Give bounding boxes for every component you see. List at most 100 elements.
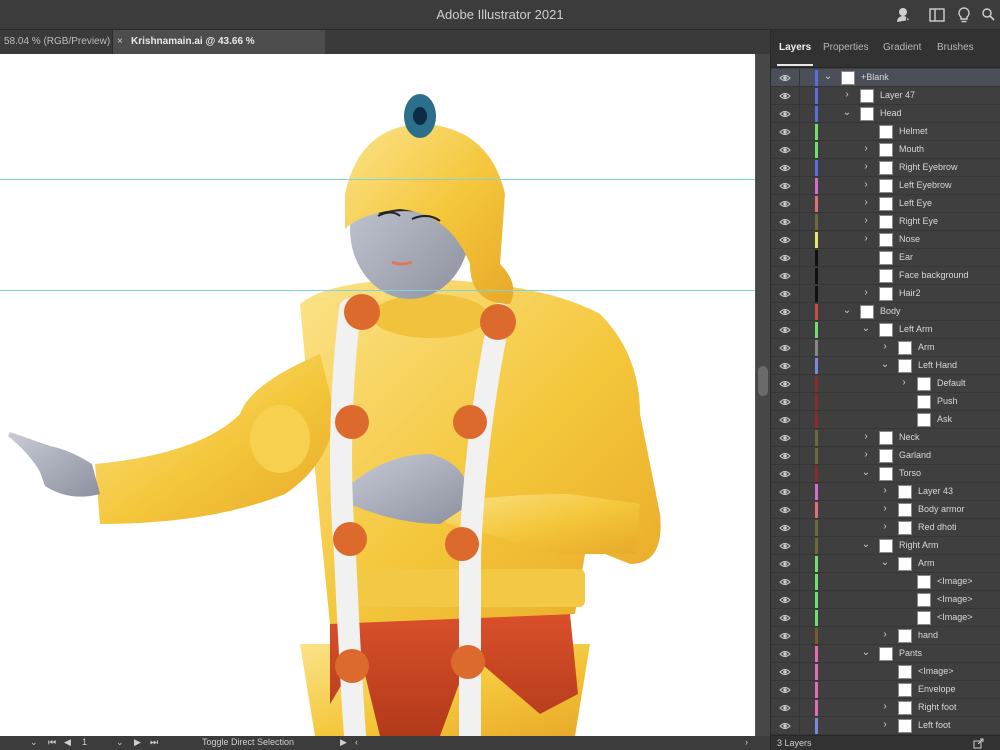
lock-column[interactable] (799, 105, 800, 123)
lock-column[interactable] (799, 339, 800, 357)
layer-row[interactable]: <Image> (771, 663, 1000, 681)
chevron-down-icon[interactable]: ⌄ (30, 737, 38, 748)
visibility-eye-icon[interactable] (779, 684, 791, 696)
layer-row[interactable]: Ask (771, 411, 1000, 429)
chevron-down-icon[interactable]: ⌄ (880, 359, 890, 371)
layer-row[interactable]: ⌄ Body (771, 303, 1000, 321)
vertical-scrollbar[interactable] (756, 54, 770, 736)
lock-column[interactable] (799, 123, 800, 141)
layer-row[interactable]: › Left Eyebrow (771, 177, 1000, 195)
layer-row[interactable]: Helmet (771, 123, 1000, 141)
visibility-eye-icon[interactable] (779, 234, 791, 246)
layer-row[interactable]: Envelope (771, 681, 1000, 699)
visibility-eye-icon[interactable] (779, 360, 791, 372)
layer-row[interactable]: › Nose (771, 231, 1000, 249)
layer-row[interactable]: ⌄ Head (771, 105, 1000, 123)
visibility-eye-icon[interactable] (779, 702, 791, 714)
layer-row[interactable]: › Right Eyebrow (771, 159, 1000, 177)
layer-row[interactable]: ⌄ Torso (771, 465, 1000, 483)
visibility-eye-icon[interactable] (779, 612, 791, 624)
lock-column[interactable] (799, 573, 800, 591)
lock-column[interactable] (799, 537, 800, 555)
layer-row[interactable]: <Image> (771, 573, 1000, 591)
lock-column[interactable] (799, 393, 800, 411)
lock-column[interactable] (799, 321, 800, 339)
visibility-eye-icon[interactable] (779, 288, 791, 300)
status-menu-arrow-icon[interactable]: ▶ (340, 737, 347, 748)
visibility-eye-icon[interactable] (779, 594, 791, 606)
artboard[interactable] (0, 54, 755, 736)
lock-column[interactable] (799, 627, 800, 645)
lock-column[interactable] (799, 87, 800, 105)
lock-column[interactable] (799, 429, 800, 447)
last-artboard-icon[interactable]: ⏭ (150, 737, 158, 748)
visibility-eye-icon[interactable] (779, 450, 791, 462)
chevron-down-icon[interactable]: ⌄ (842, 305, 852, 317)
chevron-right-icon[interactable]: › (861, 215, 871, 227)
visibility-eye-icon[interactable] (779, 252, 791, 264)
visibility-eye-icon[interactable] (779, 270, 791, 282)
lock-column[interactable] (799, 303, 800, 321)
layer-row[interactable]: › Default (771, 375, 1000, 393)
visibility-eye-icon[interactable] (779, 486, 791, 498)
chevron-right-icon[interactable]: › (861, 287, 871, 299)
lock-column[interactable] (799, 717, 800, 735)
visibility-eye-icon[interactable] (779, 90, 791, 102)
visibility-eye-icon[interactable] (779, 378, 791, 390)
visibility-eye-icon[interactable] (779, 306, 791, 318)
lock-column[interactable] (799, 447, 800, 465)
layer-row[interactable]: › Red dhoti (771, 519, 1000, 537)
visibility-eye-icon[interactable] (779, 216, 791, 228)
layer-row[interactable]: › Neck (771, 429, 1000, 447)
layer-row[interactable]: ⌄ +Blank (771, 69, 1000, 87)
user-search-icon[interactable] (895, 6, 913, 24)
chevron-down-icon[interactable]: ⌄ (861, 539, 871, 551)
visibility-eye-icon[interactable] (779, 324, 791, 336)
visibility-eye-icon[interactable] (779, 162, 791, 174)
lock-column[interactable] (799, 465, 800, 483)
layer-row[interactable]: › Layer 47 (771, 87, 1000, 105)
guide-line[interactable] (0, 179, 755, 180)
visibility-eye-icon[interactable] (779, 540, 791, 552)
chevron-right-icon[interactable]: › (880, 485, 890, 497)
chevron-down-icon[interactable]: ⌄ (842, 107, 852, 119)
lock-column[interactable] (799, 609, 800, 627)
document-tab-active[interactable]: ×Krishnamain.ai @ 43.66 % (RGB/Preview) (113, 30, 325, 71)
visibility-eye-icon[interactable] (779, 666, 791, 678)
chevron-right-icon[interactable]: › (861, 143, 871, 155)
layer-row[interactable]: › Body armor (771, 501, 1000, 519)
visibility-eye-icon[interactable] (779, 72, 791, 84)
lock-column[interactable] (799, 501, 800, 519)
close-tab-icon[interactable]: × (117, 30, 131, 54)
layer-row[interactable]: › Right foot (771, 699, 1000, 717)
layer-row[interactable]: › Garland (771, 447, 1000, 465)
visibility-eye-icon[interactable] (779, 522, 791, 534)
lock-column[interactable] (799, 411, 800, 429)
scrollbar-thumb[interactable] (758, 366, 768, 396)
lock-column[interactable] (799, 699, 800, 717)
chevron-down-icon[interactable]: ⌄ (861, 647, 871, 659)
visibility-eye-icon[interactable] (779, 198, 791, 210)
chevron-right-icon[interactable]: › (880, 701, 890, 713)
chevron-right-icon[interactable]: › (861, 179, 871, 191)
search-icon[interactable] (980, 6, 998, 24)
layer-row[interactable]: Face background (771, 267, 1000, 285)
visibility-eye-icon[interactable] (779, 144, 791, 156)
layer-row[interactable]: › Layer 43 (771, 483, 1000, 501)
visibility-eye-icon[interactable] (779, 648, 791, 660)
visibility-eye-icon[interactable] (779, 414, 791, 426)
layer-row[interactable]: › Arm (771, 339, 1000, 357)
chevron-right-icon[interactable]: › (861, 431, 871, 443)
chevron-right-icon[interactable]: › (880, 719, 890, 731)
layer-row[interactable]: › Hair2 (771, 285, 1000, 303)
krishna-artwork[interactable] (0, 54, 755, 736)
layer-row[interactable]: › Mouth (771, 141, 1000, 159)
layer-row[interactable]: <Image> (771, 591, 1000, 609)
lock-column[interactable] (799, 231, 800, 249)
lock-column[interactable] (799, 267, 800, 285)
arrange-documents-icon[interactable] (928, 6, 946, 24)
visibility-eye-icon[interactable] (779, 180, 791, 192)
first-artboard-icon[interactable]: ⏮ (48, 737, 56, 748)
document-tab-1[interactable]: 58.04 % (RGB/Preview) (0, 30, 113, 54)
chevron-right-icon[interactable]: › (861, 197, 871, 209)
